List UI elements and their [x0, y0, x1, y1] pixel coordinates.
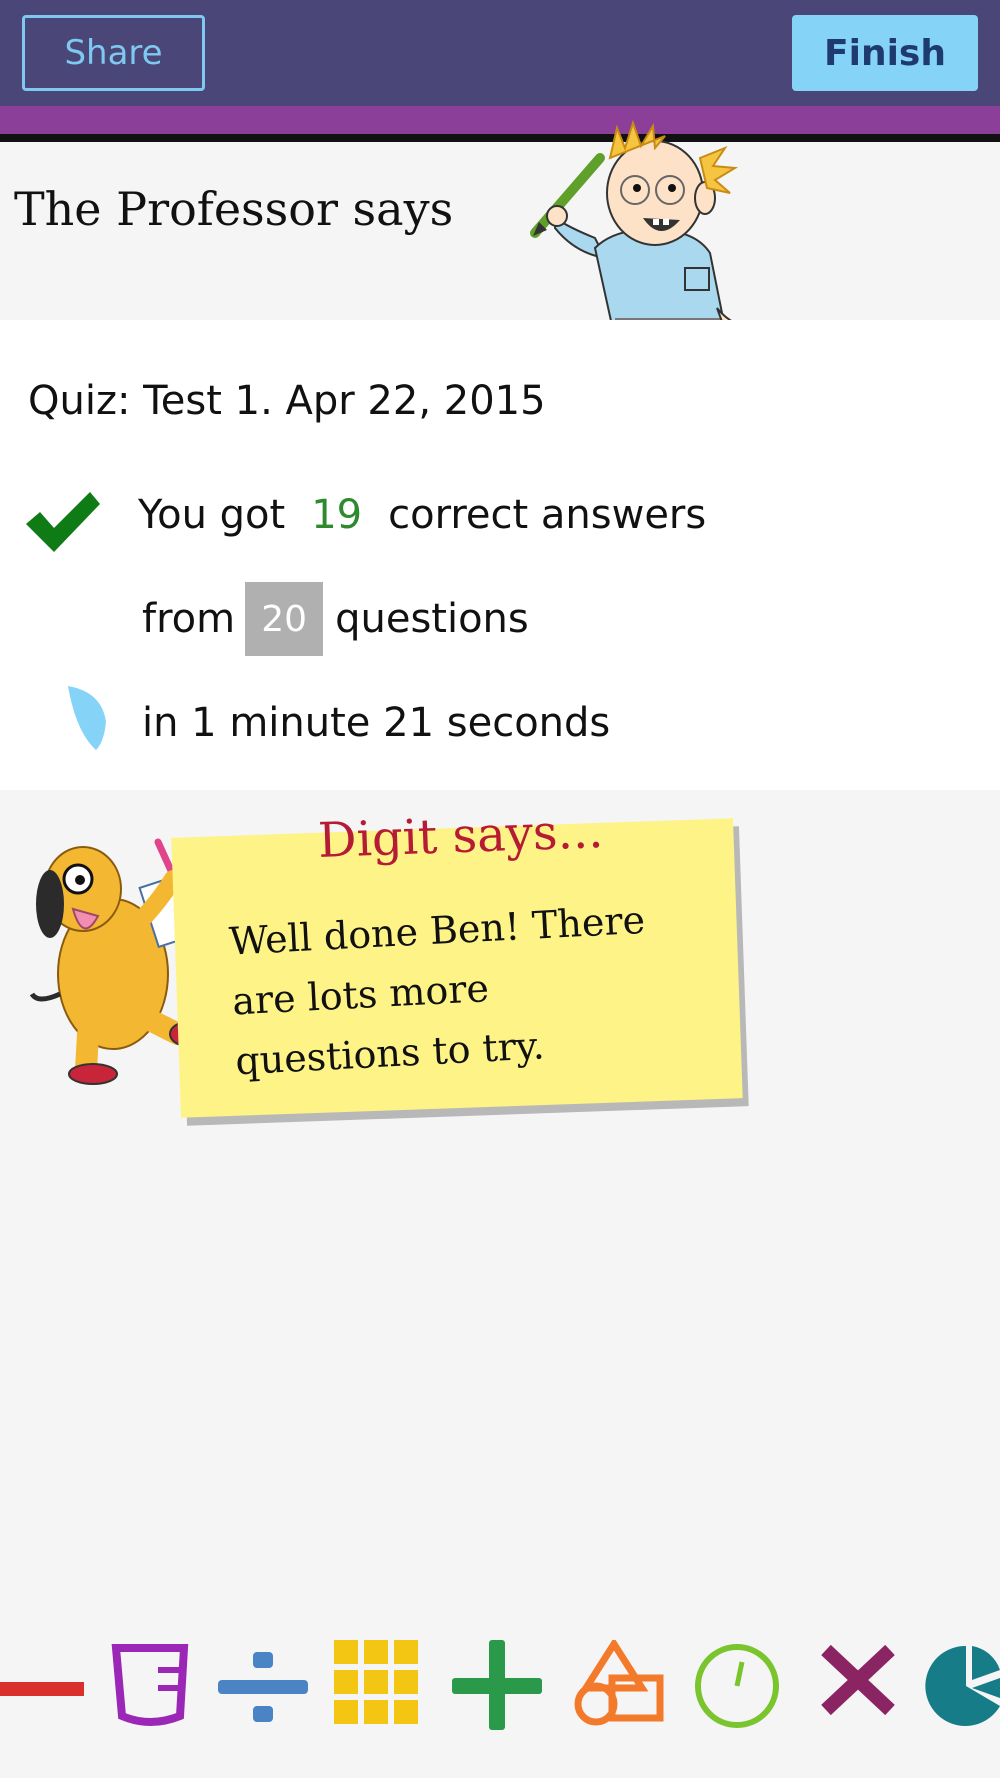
header-divider [0, 134, 1000, 142]
shapes-icon[interactable] [570, 1640, 666, 1730]
digit-message: Well done Ben! There are lots more quest… [228, 897, 647, 1084]
bottom-icon-row [0, 1640, 1000, 1730]
time-text: in 1 minute 21 seconds [142, 700, 611, 746]
correct-count: 19 [311, 492, 363, 538]
header-strip [0, 106, 1000, 134]
finish-button[interactable]: Finish [792, 15, 978, 91]
divide-icon[interactable] [218, 1640, 308, 1730]
multiply-icon[interactable] [820, 1640, 896, 1716]
check-icon [26, 492, 100, 552]
minus-icon[interactable] [0, 1640, 84, 1730]
share-button[interactable]: Share [22, 15, 205, 91]
correct-prefix: You got [138, 492, 286, 538]
quiz-title: Quiz: Test 1. Apr 22, 2015 [28, 378, 546, 424]
plus-icon[interactable] [452, 1640, 542, 1730]
digit-title: Digit says... [317, 803, 605, 869]
total-questions-badge: 20 [245, 582, 324, 656]
from-suffix: questions [335, 596, 529, 642]
from-prefix: from [142, 596, 236, 642]
clock-icon[interactable] [692, 1640, 782, 1730]
grid-icon[interactable] [334, 1640, 418, 1724]
measuring-cup-icon[interactable] [110, 1640, 190, 1730]
correct-suffix: correct answers [388, 492, 707, 538]
correct-answers-line: You got 19 correct answers [138, 492, 706, 538]
clock-icon [68, 686, 106, 750]
total-questions-line: from 20 questions [142, 582, 529, 656]
pie-chart-icon[interactable] [920, 1640, 1000, 1730]
professor-title: The Professor says [14, 182, 454, 236]
professor-illustration [530, 119, 739, 332]
